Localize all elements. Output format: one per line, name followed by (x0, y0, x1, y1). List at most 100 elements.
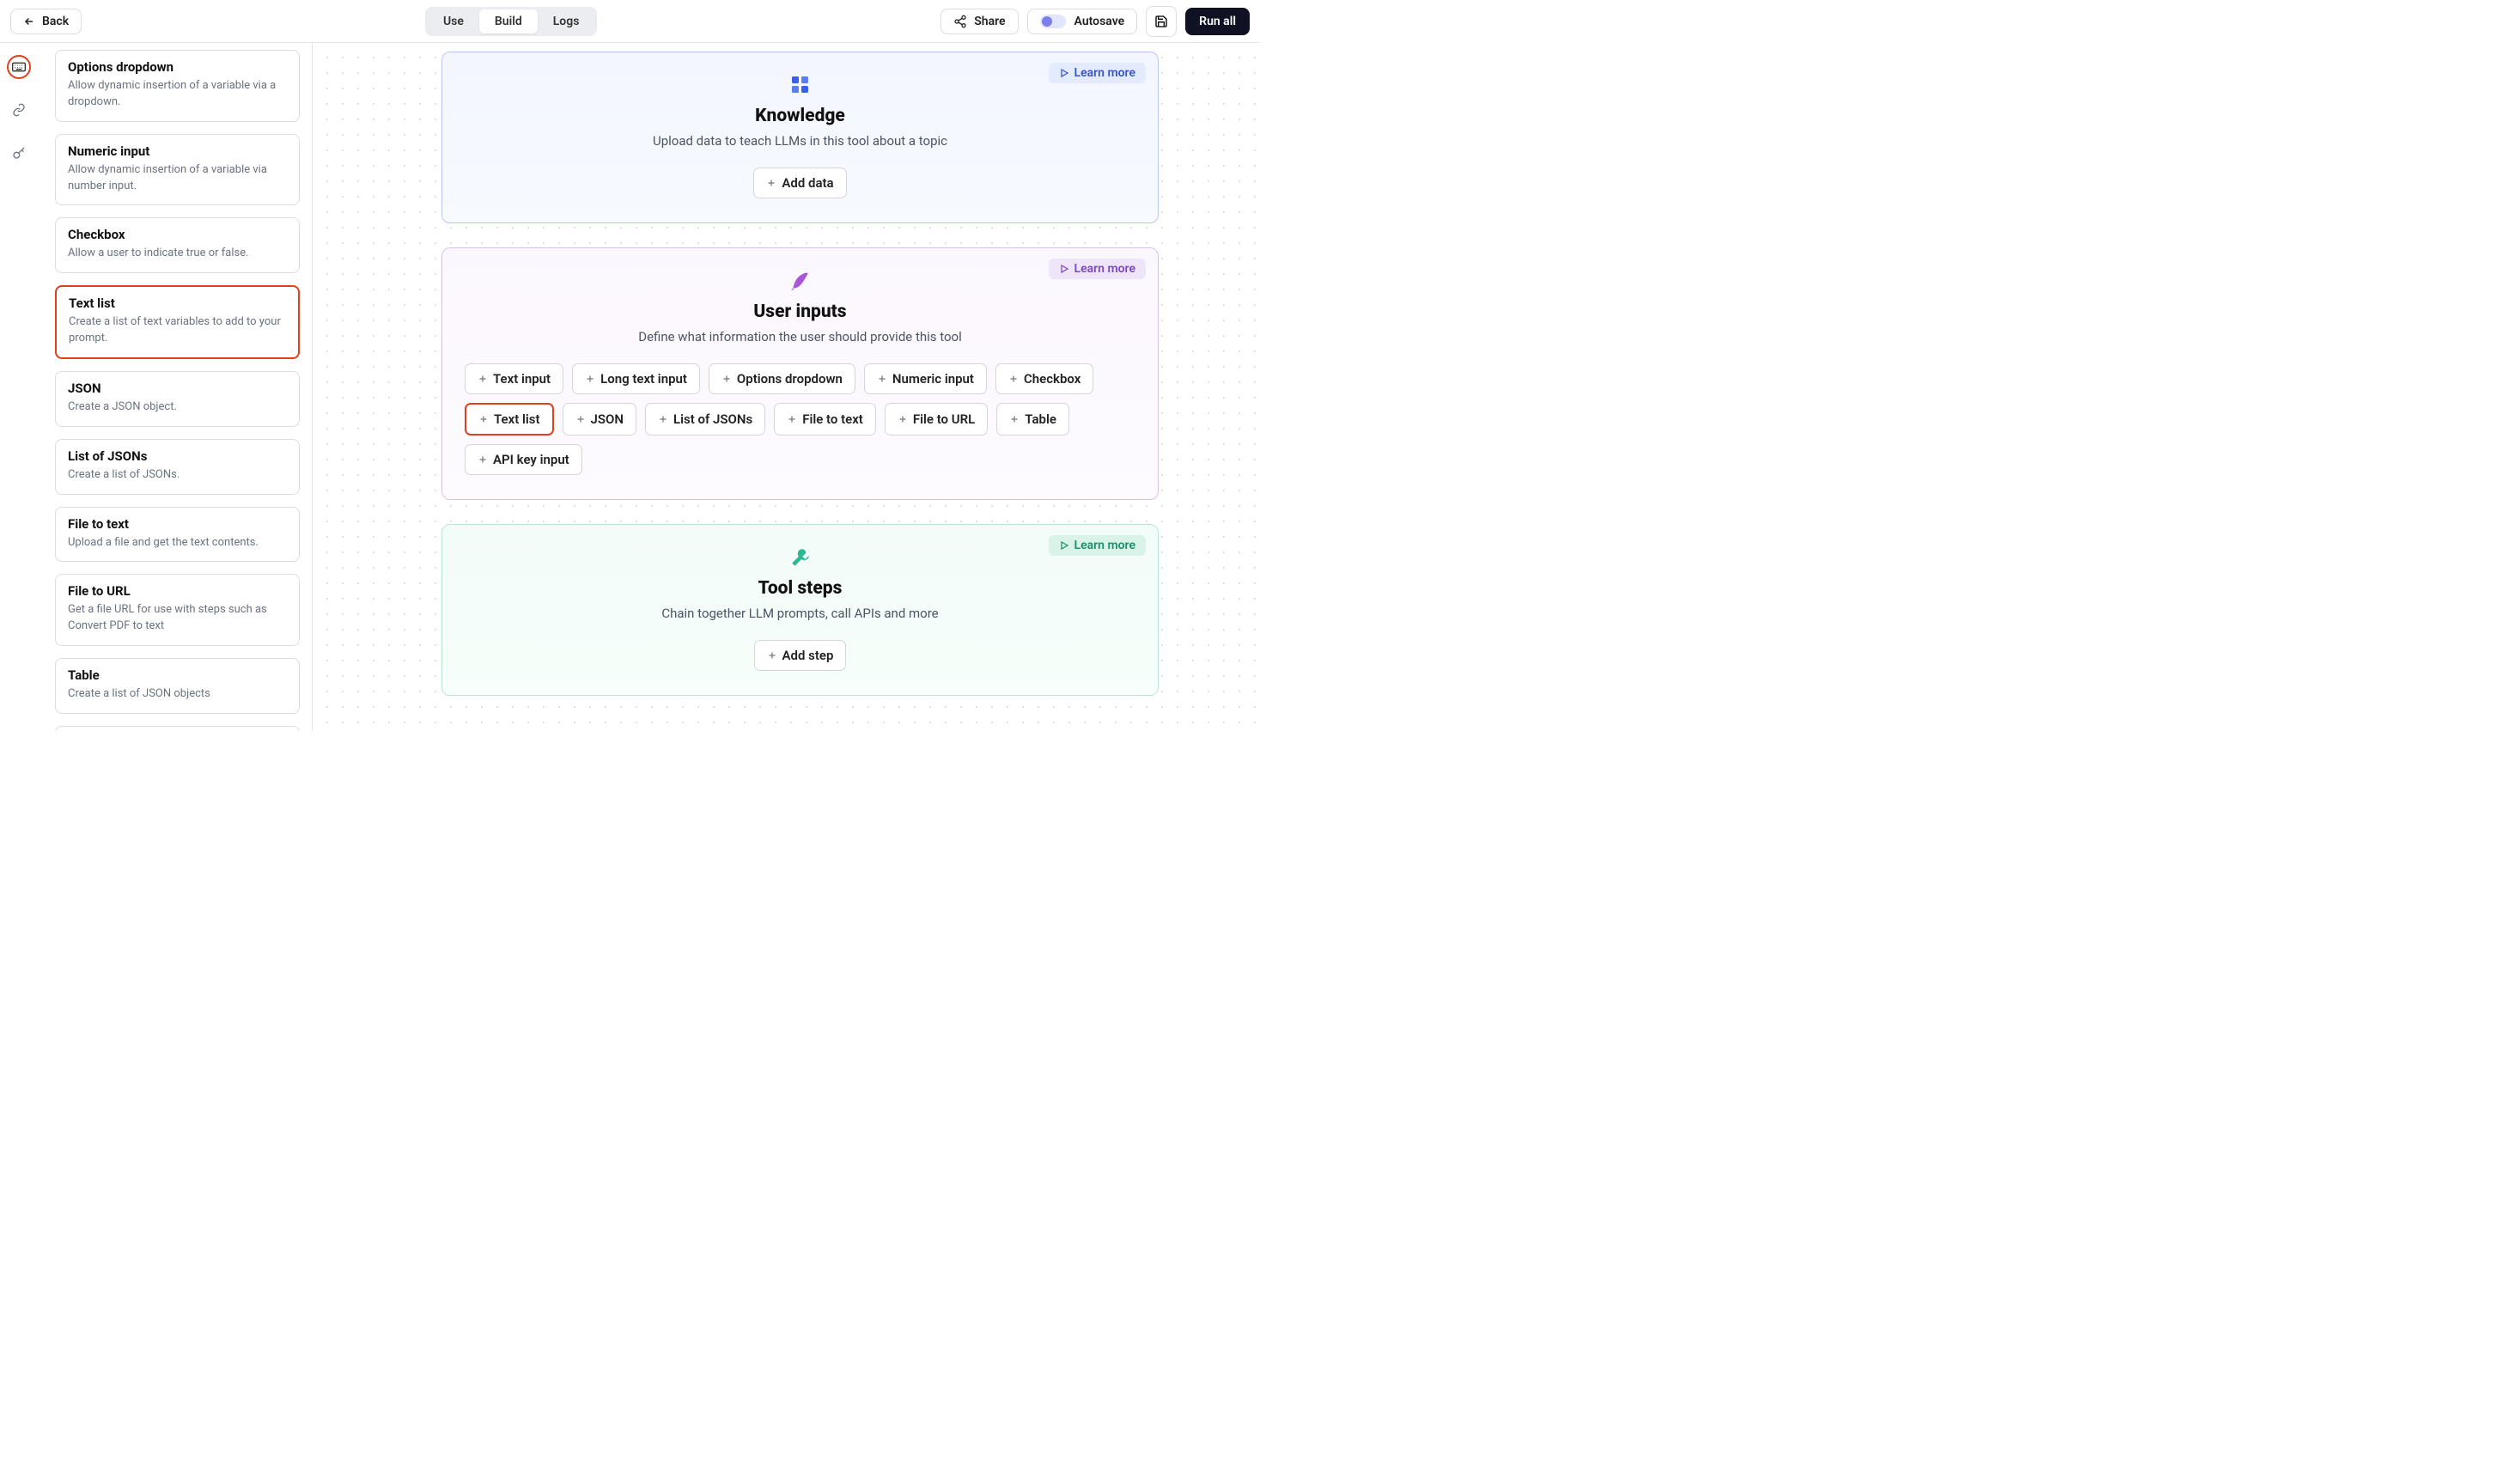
key-icon (12, 146, 26, 160)
chip-text-list[interactable]: Text list (465, 403, 554, 436)
card-text-list[interactable]: Text list Create a list of text variable… (55, 285, 300, 359)
card-checkbox[interactable]: Checkbox Allow a user to indicate true o… (55, 217, 300, 273)
learn-more-label: Learn more (1074, 539, 1135, 552)
card-file-to-url[interactable]: File to URL Get a file URL for use with … (55, 574, 300, 646)
card-title: Table (68, 667, 287, 683)
run-all-button[interactable]: Run all (1185, 8, 1250, 35)
input-types-sidebar: Options dropdown Allow dynamic insertion… (38, 43, 313, 731)
card-title: File to text (68, 516, 287, 532)
back-button[interactable]: Back (10, 9, 82, 34)
chip-numeric-input[interactable]: Numeric input (864, 363, 987, 394)
tab-use[interactable]: Use (428, 9, 479, 34)
chip-options-dropdown[interactable]: Options dropdown (709, 363, 855, 394)
user-inputs-section: Learn more User inputs Define what infor… (441, 247, 1159, 500)
add-data-label: Add data (782, 175, 833, 191)
card-list-of-jsons[interactable]: List of JSONs Create a list of JSONs. (55, 439, 300, 495)
side-rail (0, 43, 38, 731)
chip-api-key-input[interactable]: API key input (465, 444, 582, 475)
card-api-key-input[interactable]: API key input Allow dynamic insertion of… (55, 726, 300, 731)
knowledge-section: Learn more Knowledge Upload data to teac… (441, 52, 1159, 223)
plus-icon (1008, 374, 1019, 384)
card-desc: Create a JSON object. (68, 399, 287, 416)
plus-icon (478, 374, 488, 384)
play-icon (1059, 264, 1069, 274)
chip-label: API key input (493, 452, 569, 467)
learn-more-label: Learn more (1074, 262, 1135, 276)
chip-label: Text input (493, 371, 551, 387)
card-desc: Allow dynamic insertion of a variable vi… (68, 78, 287, 111)
card-desc: Create a list of JSONs. (68, 467, 287, 484)
share-button[interactable]: Share (940, 9, 1018, 34)
knowledge-desc: Upload data to teach LLMs in this tool a… (461, 133, 1139, 149)
plus-icon (898, 414, 908, 424)
card-options-dropdown[interactable]: Options dropdown Allow dynamic insertion… (55, 50, 300, 122)
card-desc: Allow dynamic insertion of a variable vi… (68, 162, 287, 195)
mode-tabs: Use Build Logs (425, 7, 597, 36)
learn-more-label: Learn more (1074, 66, 1135, 80)
chip-label: Text list (494, 411, 540, 427)
play-icon (1059, 68, 1069, 78)
card-table[interactable]: Table Create a list of JSON objects (55, 658, 300, 714)
card-title: Numeric input (68, 143, 287, 159)
card-file-to-text[interactable]: File to text Upload a file and get the t… (55, 507, 300, 563)
plus-icon (766, 178, 776, 188)
plus-icon (721, 374, 732, 384)
tab-build[interactable]: Build (479, 9, 538, 34)
play-icon (1059, 540, 1069, 551)
plus-icon (767, 650, 777, 661)
add-step-label: Add step (782, 648, 834, 663)
card-desc: Create a list of text variables to add t… (69, 314, 286, 347)
card-json[interactable]: JSON Create a JSON object. (55, 371, 300, 427)
share-icon (953, 15, 967, 28)
chip-checkbox[interactable]: Checkbox (995, 363, 1093, 394)
rail-item-link[interactable] (7, 98, 31, 122)
input-type-chips: Text input Long text input Options dropd… (461, 363, 1139, 475)
rail-item-inputs[interactable] (7, 55, 31, 79)
add-data-button[interactable]: Add data (753, 168, 846, 198)
rail-item-key[interactable] (7, 141, 31, 165)
autosave-panel: Autosave (1027, 9, 1138, 34)
plus-icon (575, 414, 586, 424)
chip-label: File to text (802, 411, 863, 427)
chip-file-to-url[interactable]: File to URL (885, 403, 988, 436)
knowledge-title: Knowledge (461, 106, 1139, 126)
learn-more-knowledge[interactable]: Learn more (1049, 63, 1146, 83)
autosave-label: Autosave (1074, 15, 1125, 28)
tool-steps-section: Learn more Tool steps Chain together LLM… (441, 524, 1159, 696)
toolsteps-icon (788, 545, 813, 570)
userinputs-icon (788, 269, 813, 293)
toolsteps-desc: Chain together LLM prompts, call APIs an… (461, 606, 1139, 621)
card-title: Options dropdown (68, 59, 287, 75)
learn-more-toolsteps[interactable]: Learn more (1049, 535, 1146, 556)
plus-icon (658, 414, 668, 424)
card-title: Checkbox (68, 227, 287, 242)
keyboard-icon (12, 62, 26, 72)
chip-json[interactable]: JSON (563, 403, 636, 436)
chip-label: Options dropdown (737, 371, 843, 387)
chip-text-input[interactable]: Text input (465, 363, 563, 394)
chip-label: Checkbox (1024, 371, 1080, 387)
chip-table[interactable]: Table (996, 403, 1069, 436)
card-desc: Upload a file and get the text contents. (68, 535, 287, 551)
chip-label: List of JSONs (673, 411, 752, 427)
tab-logs[interactable]: Logs (538, 9, 595, 34)
chip-file-to-text[interactable]: File to text (774, 403, 876, 436)
link-icon (12, 103, 26, 117)
chip-list-of-jsons[interactable]: List of JSONs (645, 403, 765, 436)
card-desc: Create a list of JSON objects (68, 686, 287, 703)
userinputs-title: User inputs (461, 302, 1139, 322)
add-step-button[interactable]: Add step (754, 640, 847, 671)
plus-icon (478, 414, 489, 424)
card-title: File to URL (68, 583, 287, 599)
builder-canvas[interactable]: Learn more Knowledge Upload data to teac… (313, 43, 1260, 731)
chip-label: JSON (591, 411, 624, 427)
autosave-toggle[interactable] (1040, 15, 1066, 28)
chip-label: Table (1025, 411, 1056, 427)
chip-long-text-input[interactable]: Long text input (572, 363, 700, 394)
learn-more-userinputs[interactable]: Learn more (1049, 259, 1146, 279)
plus-icon (478, 454, 488, 465)
card-title: List of JSONs (68, 448, 287, 464)
card-numeric-input[interactable]: Numeric input Allow dynamic insertion of… (55, 134, 300, 206)
save-button[interactable] (1146, 6, 1177, 37)
card-title: Text list (69, 295, 286, 311)
